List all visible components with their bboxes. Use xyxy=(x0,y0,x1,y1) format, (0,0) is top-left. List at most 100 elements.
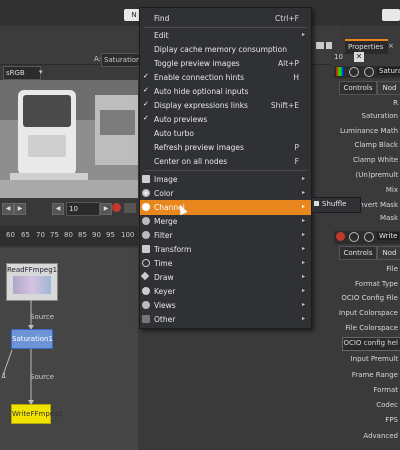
ruler-tick: 60 xyxy=(6,231,15,239)
colorspace-select[interactable]: sRGB xyxy=(3,66,41,80)
menu-item-label: Diplay cache memory consumption xyxy=(154,45,287,54)
menu-item-edit[interactable]: Edit ▸ xyxy=(140,28,311,43)
gear-icon[interactable] xyxy=(349,232,359,242)
ruler-tick: 70 xyxy=(36,231,45,239)
chevron-right-icon: ▸ xyxy=(301,175,305,182)
menu-shortcut: F xyxy=(294,157,299,166)
chevron-right-icon: ▸ xyxy=(301,315,305,322)
menu-item-auto-previews[interactable]: ✓ Auto previews xyxy=(140,112,311,127)
ruler-tick: 90 xyxy=(92,231,101,239)
settings-icon[interactable] xyxy=(364,232,374,242)
menu-item-label: Image xyxy=(154,175,178,184)
menu-item-toggle-preview[interactable]: Toggle preview images Alt+P xyxy=(140,56,311,71)
param-label: (Un)premult xyxy=(355,171,398,179)
maximize-icon[interactable] xyxy=(316,42,324,49)
menu-item-other[interactable]: Other ▸ xyxy=(140,312,311,327)
window-control[interactable] xyxy=(382,9,400,21)
close-panel-icon[interactable]: × xyxy=(388,42,396,50)
max-panels-field[interactable]: 10 xyxy=(334,53,343,61)
menu-shortcut: Alt+P xyxy=(278,59,299,68)
param-label: Format xyxy=(373,386,398,394)
menu-shortcut: P xyxy=(294,143,299,152)
color-icon[interactable] xyxy=(336,67,344,76)
chevron-right-icon: ▸ xyxy=(301,245,305,252)
menu-item-merge[interactable]: Merge ▸ xyxy=(140,214,311,229)
menu-item-color[interactable]: Color ▸ xyxy=(140,186,311,201)
pencil-icon xyxy=(140,271,150,281)
param-label: Luminance Math xyxy=(339,127,398,135)
gear-icon[interactable] xyxy=(349,67,359,77)
menu-item-label: Edit xyxy=(154,31,169,40)
chevron-right-icon: ▸ xyxy=(301,217,305,224)
saturation-node[interactable]: Saturation1 xyxy=(11,329,53,349)
menu-item-channel[interactable]: Channel ▸ xyxy=(140,200,311,215)
loop-icon[interactable] xyxy=(124,203,136,213)
chevron-right-icon: ▸ xyxy=(301,231,305,238)
menu-item-connection-hints[interactable]: ✓ Enable connection hints H xyxy=(140,70,311,85)
menu-item-transform[interactable]: Transform ▸ xyxy=(140,242,311,257)
tab-node[interactable]: Nod xyxy=(377,246,400,260)
menu-item-label: Color xyxy=(154,189,174,198)
menu-item-views[interactable]: Views ▸ xyxy=(140,298,311,313)
write-color-icon[interactable] xyxy=(336,232,345,241)
edge-label: 1 xyxy=(2,372,7,380)
menu-item-refresh-preview[interactable]: Refresh preview images P xyxy=(140,140,311,155)
write-node[interactable]: WriteFFmpeg1 xyxy=(11,404,63,424)
filter-icon xyxy=(142,231,150,239)
saturation-node-label: Saturation1 xyxy=(12,335,53,343)
param-label: OCIO Config File xyxy=(341,294,398,302)
menu-item-auto-turbo[interactable]: Auto turbo xyxy=(140,126,311,141)
menu-item-keyer[interactable]: Keyer ▸ xyxy=(140,284,311,299)
menu-item-cache[interactable]: Diplay cache memory consumption xyxy=(140,42,311,57)
ruler-tick: 75 xyxy=(50,231,59,239)
param-label: Input Premult xyxy=(350,355,398,363)
viewer-canvas[interactable] xyxy=(0,80,138,198)
play-backward-button[interactable]: ◀ xyxy=(52,203,64,215)
key-icon xyxy=(142,287,150,295)
param-label: File Colorspace xyxy=(345,324,398,332)
other-icon xyxy=(142,315,150,323)
menu-item-auto-hide[interactable]: ✓ Auto hide optional inputs xyxy=(140,84,311,99)
param-label: Clamp White xyxy=(353,156,398,164)
channel-submenu: Shuffle xyxy=(311,197,361,213)
menu-item-time[interactable]: Time ▸ xyxy=(140,256,311,271)
ruler-tick: 80 xyxy=(64,231,73,239)
param-label: nvert Mask xyxy=(359,201,398,209)
node-name-field[interactable]: Satura xyxy=(377,67,400,75)
param-label: Format Type xyxy=(355,280,398,288)
chevron-right-icon: ▸ xyxy=(301,203,305,210)
ruler-tick: 95 xyxy=(106,231,115,239)
prev-frame-button[interactable]: ◀ xyxy=(2,203,14,215)
chevron-right-icon: ▸ xyxy=(301,273,305,280)
edge-label: Source xyxy=(30,313,55,321)
clear-panels-icon[interactable]: ✕ xyxy=(354,52,364,62)
menu-item-find[interactable]: Find Ctrl+F xyxy=(140,11,311,26)
menu-item-center-nodes[interactable]: Center on all nodes F xyxy=(140,154,311,169)
tab-controls[interactable]: Controls xyxy=(339,246,377,260)
submenu-item-shuffle[interactable]: Shuffle xyxy=(322,200,346,208)
chevron-down-icon[interactable]: ▾ xyxy=(39,66,48,78)
frame-input[interactable]: 10 xyxy=(66,202,100,216)
shuffle-icon xyxy=(314,201,319,206)
chevron-right-icon: ▸ xyxy=(301,31,305,38)
play-forward-button[interactable]: ▶ xyxy=(100,203,112,215)
menu-item-filter[interactable]: Filter ▸ xyxy=(140,228,311,243)
menu-item-expressions[interactable]: ✓ Display expressions links Shift+E xyxy=(140,98,311,113)
next-frame-button[interactable]: ▶ xyxy=(14,203,26,215)
menu-item-label: Merge xyxy=(154,217,178,226)
settings-icon[interactable] xyxy=(364,67,374,77)
menu-item-draw[interactable]: Draw ▸ xyxy=(140,270,311,285)
menu-item-label: Enable connection hints xyxy=(154,73,245,82)
clock-icon xyxy=(142,259,150,267)
color-icon xyxy=(142,189,150,197)
menu-item-image[interactable]: Image ▸ xyxy=(140,172,311,187)
node-name-field[interactable]: Write xyxy=(377,232,400,240)
ruler-tick: 85 xyxy=(78,231,87,239)
menu-item-label: Display expressions links xyxy=(154,101,248,110)
read-node[interactable]: ReadFFmpeg1 xyxy=(6,263,58,301)
tab-node[interactable]: Nod xyxy=(377,81,400,95)
views-icon xyxy=(142,301,150,309)
record-icon[interactable] xyxy=(112,203,121,212)
tab-controls[interactable]: Controls xyxy=(339,81,377,95)
properties-tab[interactable]: Properties xyxy=(345,39,388,54)
